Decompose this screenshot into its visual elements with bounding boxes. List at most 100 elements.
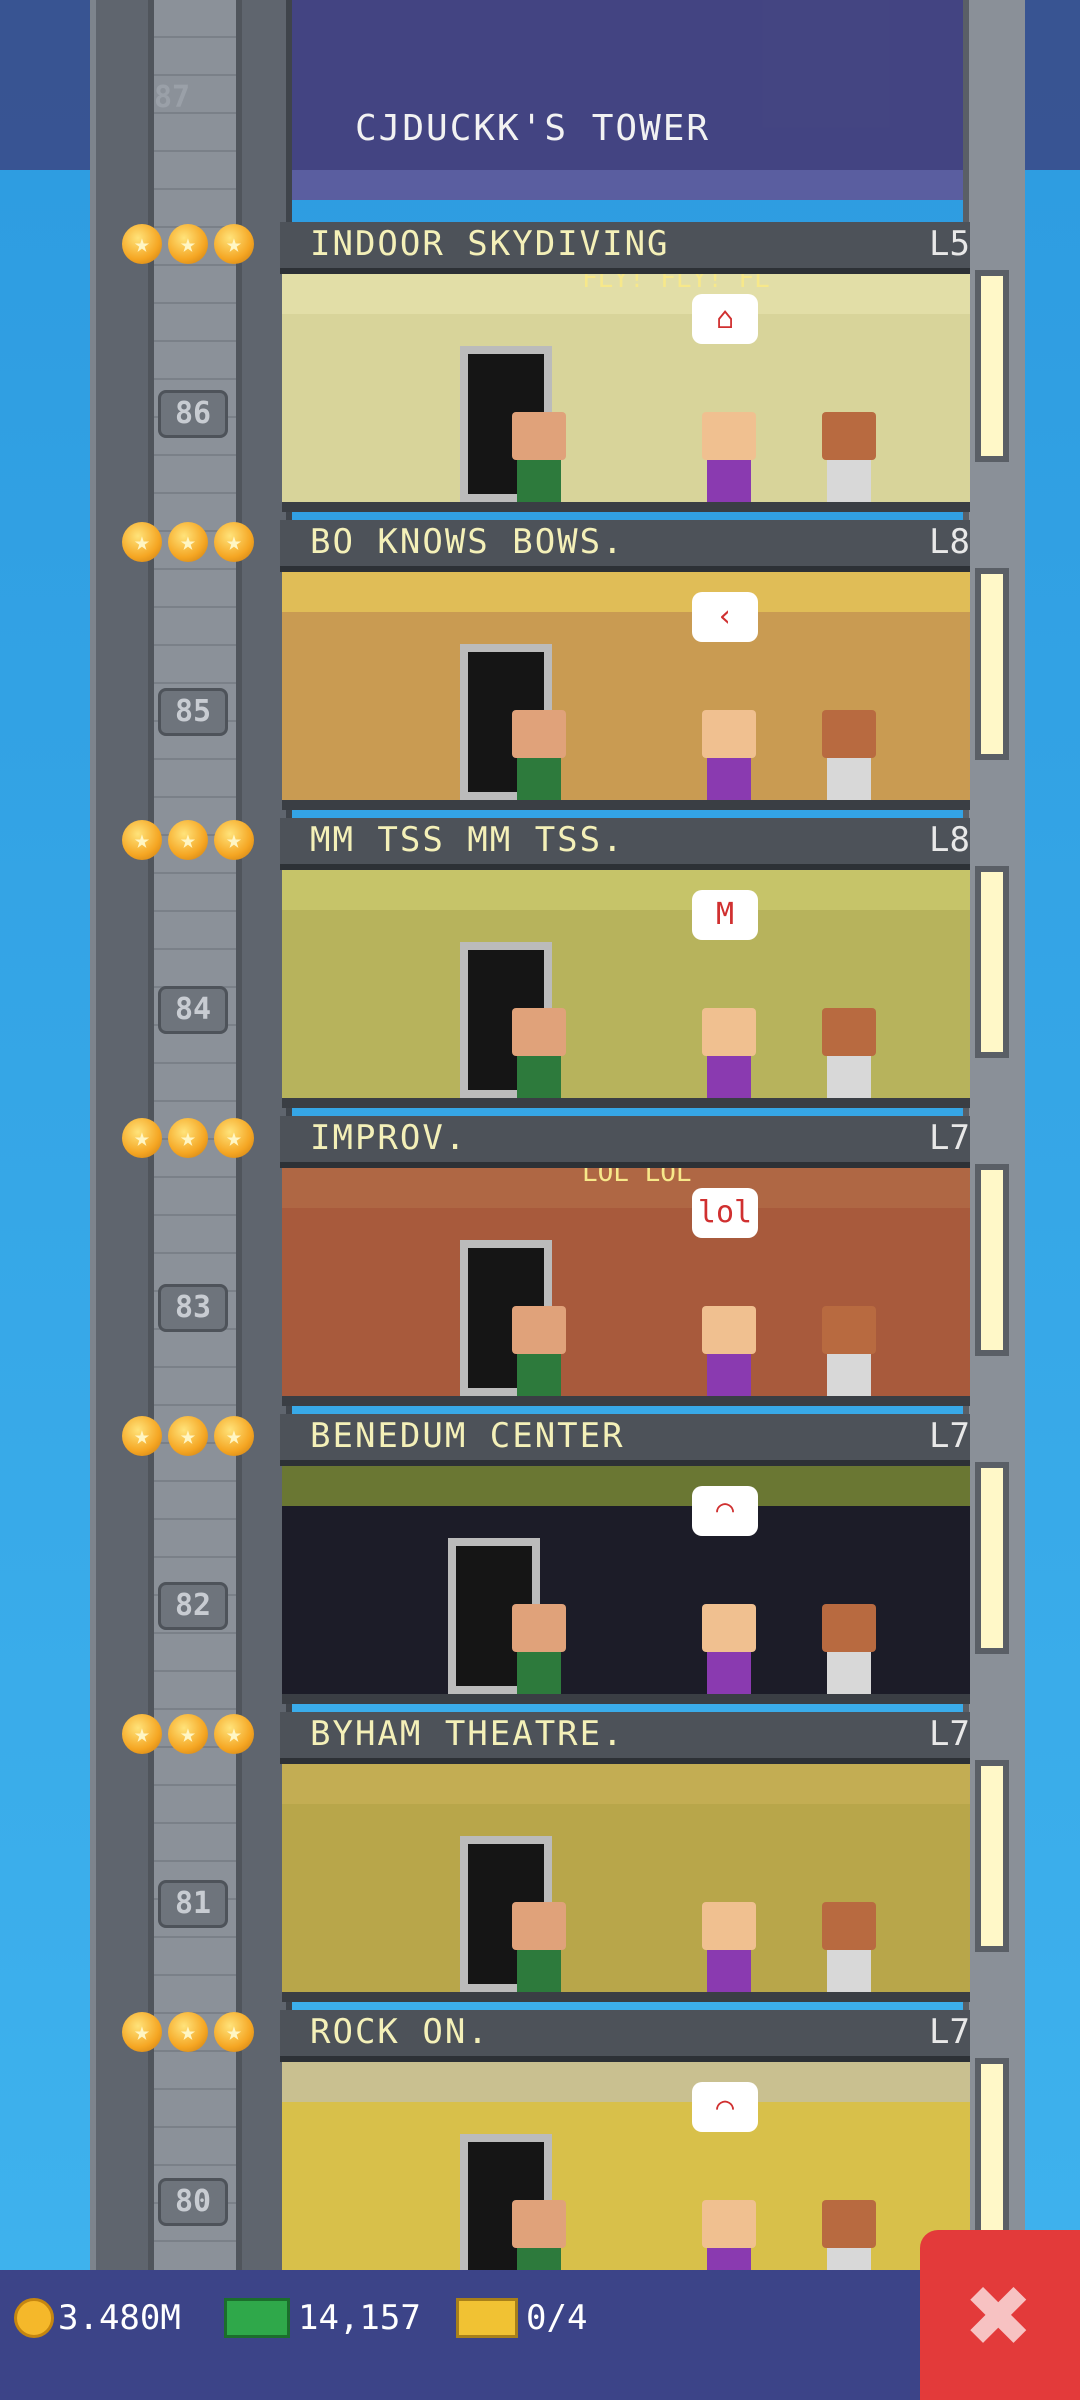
bitizen[interactable] (702, 1008, 756, 1098)
star-icon: ★ (168, 1714, 208, 1754)
star-rating: ★ ★ ★ (122, 1416, 254, 1456)
floor-level: L7 (929, 1714, 970, 1754)
bitizen[interactable] (512, 1008, 566, 1098)
bitizen[interactable] (512, 1902, 566, 1992)
bux-value: 14,157 (298, 2298, 421, 2338)
star-icon: ★ (168, 2012, 208, 2052)
tower-window (975, 866, 1009, 1058)
floor-banner[interactable]: BO KNOWS BOWS. L8 (280, 520, 970, 572)
floor-room[interactable]: ◠ (282, 1466, 970, 1704)
speech-bubble[interactable]: ⌒ (692, 2082, 758, 2132)
star-rating: ★ ★ ★ (122, 1118, 254, 1158)
floor-row[interactable]: ★ ★ ★ 80 ROCK ON. L7 ⌒ (90, 1998, 1025, 2300)
floor-banner[interactable]: BYHAM THEATRE. L7 (280, 1712, 970, 1764)
floor-name: BYHAM THEATRE. (310, 1714, 625, 1754)
speech-bubble[interactable]: M (692, 890, 758, 940)
tower-window (975, 1164, 1009, 1356)
ceiling (282, 1466, 970, 1506)
ceiling (282, 2062, 970, 2102)
star-icon: ★ (122, 1416, 162, 1456)
star-icon: ★ (122, 2012, 162, 2052)
coin-icon (14, 2298, 54, 2338)
floor-level: L8 (929, 522, 970, 562)
bitizen[interactable] (702, 710, 756, 800)
tickets-stat[interactable]: 0/4 (456, 2298, 587, 2338)
star-rating: ★ ★ ★ (122, 820, 254, 860)
bitizen[interactable] (822, 1306, 876, 1396)
floor-room[interactable] (282, 1764, 970, 2002)
tower-window (975, 1760, 1009, 1952)
floor-row[interactable]: ★ ★ ★ 84 MM TSS MM TSS. L8 M (90, 806, 1025, 1108)
star-rating: ★ ★ ★ (122, 1714, 254, 1754)
room-sign: FLY! FLY! FL (582, 274, 770, 294)
floor-banner[interactable]: ROCK ON. L7 (280, 2010, 970, 2062)
tower-window (975, 2058, 1009, 2250)
bitizen[interactable] (822, 1604, 876, 1694)
star-icon: ★ (214, 224, 254, 264)
bitizen[interactable] (702, 1604, 756, 1694)
star-icon: ★ (122, 224, 162, 264)
bitizen[interactable] (702, 1306, 756, 1396)
floor-room[interactable]: lol LOL LOL (282, 1168, 970, 1406)
star-icon: ★ (168, 1416, 208, 1456)
ceiling (282, 572, 970, 612)
star-icon: ★ (214, 1714, 254, 1754)
bitizen[interactable] (702, 412, 756, 502)
tower-window (975, 1462, 1009, 1654)
bitizen[interactable] (512, 1604, 566, 1694)
coins-value: 3.480M (58, 2298, 181, 2338)
floor-row[interactable]: ★ ★ ★ 82 BENEDUM CENTER L7 ◠ (90, 1402, 1025, 1704)
star-icon: ★ (214, 1416, 254, 1456)
floor-room[interactable]: ‹ (282, 572, 970, 810)
star-icon: ★ (122, 820, 162, 860)
floor-row[interactable]: ★ ★ ★ 81 BYHAM THEATRE. L7 (90, 1700, 1025, 2002)
floor-row[interactable]: ★ ★ ★ 86 INDOOR SKYDIVING L5 ⌂ FLY! FLY! F… (90, 210, 1025, 512)
floor-level: L7 (929, 1118, 970, 1158)
floor-room[interactable]: ⌂ FLY! FLY! FL (282, 274, 970, 512)
ticket-icon (456, 2298, 518, 2338)
floor-row[interactable]: ★ ★ ★ 85 BO KNOWS BOWS. L8 ‹ (90, 508, 1025, 810)
floor-level: L5 (929, 224, 970, 264)
floor-number: 80 (158, 2178, 228, 2226)
bux-stat[interactable]: 14,157 (224, 2298, 421, 2338)
room-sign: LOL LOL (582, 1168, 692, 1188)
floor-banner[interactable]: MM TSS MM TSS. L8 (280, 818, 970, 870)
top-floor-number: 87 (154, 80, 191, 115)
floor-banner[interactable]: IMPROV. L7 (280, 1116, 970, 1168)
floor-level: L7 (929, 2012, 970, 2052)
floor-name: INDOOR SKYDIVING (310, 224, 670, 264)
floor-level: L7 (929, 1416, 970, 1456)
bitizen[interactable] (822, 412, 876, 502)
coins-stat[interactable]: 3.480M (14, 2298, 181, 2338)
speech-bubble[interactable]: lol (692, 1188, 758, 1238)
floor-name: BO KNOWS BOWS. (310, 522, 625, 562)
bitizen[interactable] (512, 1306, 566, 1396)
bitizen[interactable] (512, 710, 566, 800)
star-rating: ★ ★ ★ (122, 2012, 254, 2052)
star-rating: ★ ★ ★ (122, 522, 254, 562)
speech-bubble[interactable]: ◠ (692, 1486, 758, 1536)
speech-bubble[interactable]: ‹ (692, 592, 758, 642)
speech-bubble[interactable]: ⌂ (692, 294, 758, 344)
tower-window (975, 270, 1009, 462)
status-bar: 3.480M 14,157 0/4 (0, 2270, 1080, 2400)
floor-banner[interactable]: INDOOR SKYDIVING L5 (280, 222, 970, 274)
bitizen[interactable] (512, 412, 566, 502)
bitizen[interactable] (822, 1902, 876, 1992)
bux-icon (224, 2298, 290, 2338)
floor-room[interactable]: M (282, 870, 970, 1108)
bitizen[interactable] (822, 710, 876, 800)
floor-room[interactable]: ⌒ (282, 2062, 970, 2300)
bitizen[interactable] (822, 1008, 876, 1098)
close-button[interactable]: ✖ (920, 2230, 1080, 2400)
floor-row[interactable]: ★ ★ ★ 83 IMPROV. L7 lol LOL LOL (90, 1104, 1025, 1406)
star-rating: ★ ★ ★ (122, 224, 254, 264)
bitizen[interactable] (702, 1902, 756, 1992)
ceiling (282, 1764, 970, 1804)
floor-number: 82 (158, 1582, 228, 1630)
tickets-value: 0/4 (526, 2298, 588, 2338)
floor-banner[interactable]: BENEDUM CENTER L7 (280, 1414, 970, 1466)
star-icon: ★ (168, 224, 208, 264)
floor-name: BENEDUM CENTER (310, 1416, 625, 1456)
star-icon: ★ (214, 522, 254, 562)
